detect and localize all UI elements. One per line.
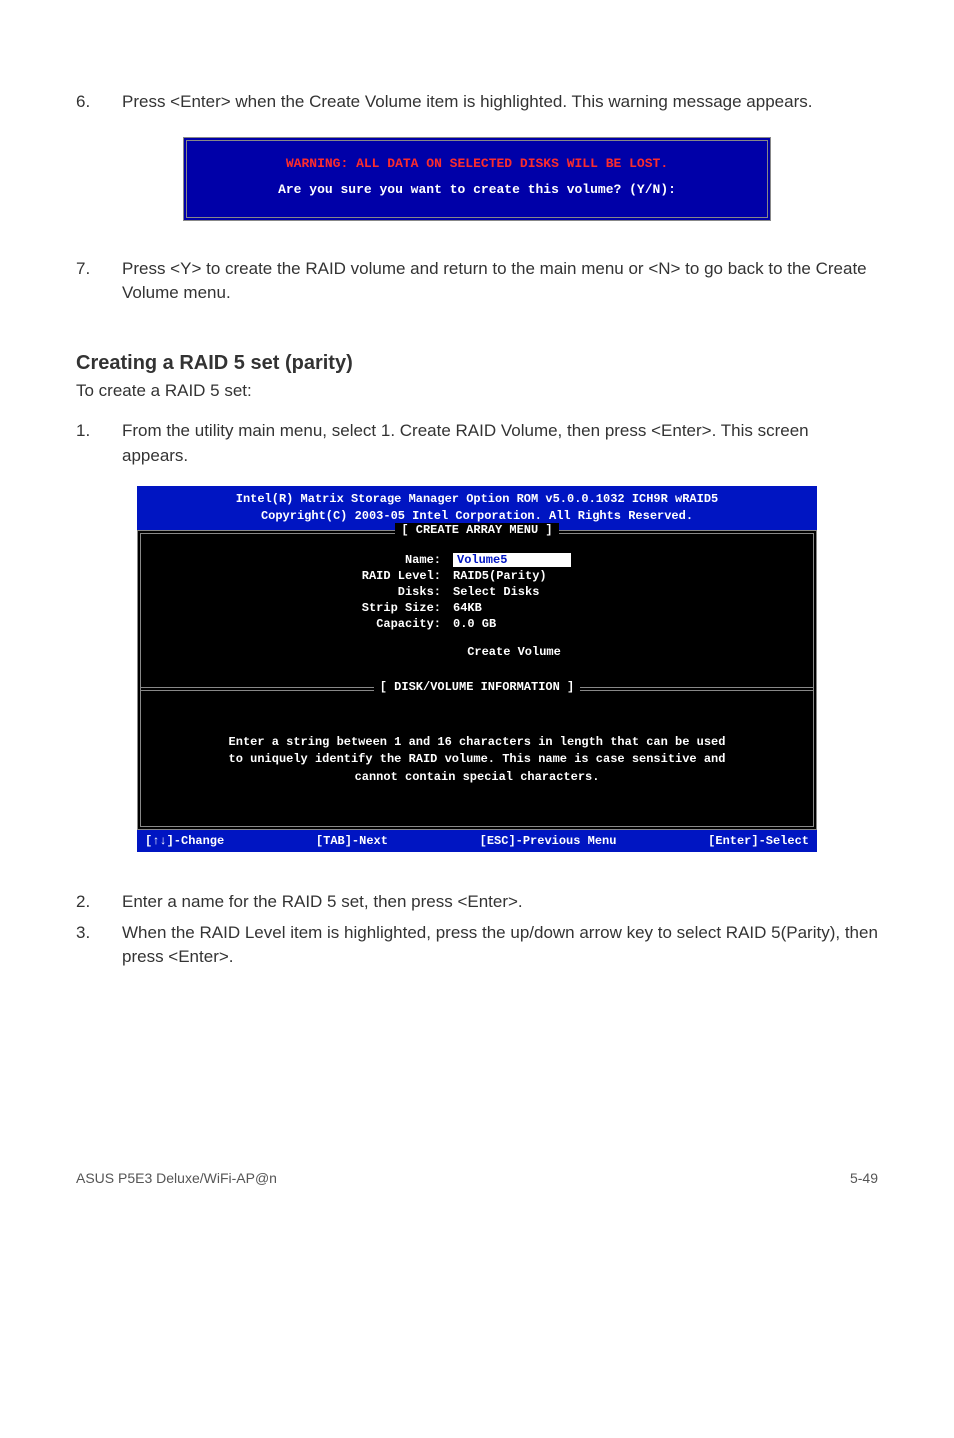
value-name: Volume5	[453, 553, 571, 567]
step-number: 3.	[76, 921, 122, 970]
step-number: 2.	[76, 890, 122, 915]
bios-screenshot: Intel(R) Matrix Storage Manager Option R…	[137, 486, 817, 852]
label-strip: Strip Size:	[181, 601, 453, 615]
footer-left: ASUS P5E3 Deluxe/WiFi-AP@n	[76, 1170, 277, 1186]
step-1: 1. From the utility main menu, select 1.…	[76, 419, 878, 468]
step-text: Press <Enter> when the Create Volume ite…	[122, 90, 878, 115]
field-strip-size: Strip Size: 64KB	[181, 601, 773, 615]
step-7: 7. Press <Y> to create the RAID volume a…	[76, 257, 878, 306]
field-name: Name: Volume5	[181, 553, 773, 567]
step-2: 2. Enter a name for the RAID 5 set, then…	[76, 890, 878, 915]
bios-header-line1: Intel(R) Matrix Storage Manager Option R…	[145, 491, 809, 508]
step-text: Press <Y> to create the RAID volume and …	[122, 257, 878, 306]
label-disks: Disks:	[181, 585, 453, 599]
bios-footer: [↑↓]-Change [TAB]-Next [ESC]-Previous Me…	[137, 830, 817, 852]
value-capacity: 0.0 GB	[453, 617, 496, 631]
info-text: Enter a string between 1 and 16 characte…	[141, 704, 813, 808]
label-capacity: Capacity:	[181, 617, 453, 631]
label-raid: RAID Level:	[181, 569, 453, 583]
section-heading: Creating a RAID 5 set (parity)	[76, 352, 878, 375]
form-area: Name: Volume5 RAID Level: RAID5(Parity) …	[141, 547, 813, 675]
step-number: 6.	[76, 90, 122, 115]
bios-body: [ CREATE ARRAY MENU ] Name: Volume5 RAID…	[137, 530, 817, 830]
footer-prev: [ESC]-Previous Menu	[480, 834, 617, 848]
field-raid-level: RAID Level: RAID5(Parity)	[181, 569, 773, 583]
footer-next: [TAB]-Next	[316, 834, 388, 848]
footer-select: [Enter]-Select	[708, 834, 809, 848]
step-text: When the RAID Level item is highlighted,…	[122, 921, 878, 970]
step-text: From the utility main menu, select 1. Cr…	[122, 419, 878, 468]
step-3: 3. When the RAID Level item is highlight…	[76, 921, 878, 970]
step-6: 6. Press <Enter> when the Create Volume …	[76, 90, 878, 115]
value-disks: Select Disks	[453, 585, 539, 599]
footer-change: [↑↓]-Change	[145, 834, 224, 848]
page-footer: ASUS P5E3 Deluxe/WiFi-AP@n 5-49	[76, 1170, 878, 1186]
create-volume-action[interactable]: Create Volume	[181, 645, 773, 659]
create-array-title: [ CREATE ARRAY MENU ]	[141, 533, 813, 547]
warning-dialog: WARNING: ALL DATA ON SELECTED DISKS WILL…	[183, 137, 771, 221]
footer-right: 5-49	[850, 1170, 878, 1186]
step-text: Enter a name for the RAID 5 set, then pr…	[122, 890, 878, 915]
section-intro: To create a RAID 5 set:	[76, 381, 878, 401]
disk-info-title: [ DISK/VOLUME INFORMATION ]	[141, 690, 813, 704]
value-raid: RAID5(Parity)	[453, 569, 547, 583]
confirm-line: Are you sure you want to create this vol…	[207, 179, 747, 201]
field-capacity: Capacity: 0.0 GB	[181, 617, 773, 631]
label-name: Name:	[181, 553, 453, 567]
info-line1: Enter a string between 1 and 16 characte…	[171, 734, 783, 751]
name-input[interactable]: Volume5	[453, 553, 571, 567]
step-number: 1.	[76, 419, 122, 468]
divider: [ DISK/VOLUME INFORMATION ]	[141, 687, 813, 704]
field-disks: Disks: Select Disks	[181, 585, 773, 599]
info-line2: to uniquely identify the RAID volume. Th…	[171, 751, 783, 768]
info-line3: cannot contain special characters.	[171, 769, 783, 786]
warning-line: WARNING: ALL DATA ON SELECTED DISKS WILL…	[207, 153, 747, 175]
step-number: 7.	[76, 257, 122, 306]
value-strip: 64KB	[453, 601, 482, 615]
